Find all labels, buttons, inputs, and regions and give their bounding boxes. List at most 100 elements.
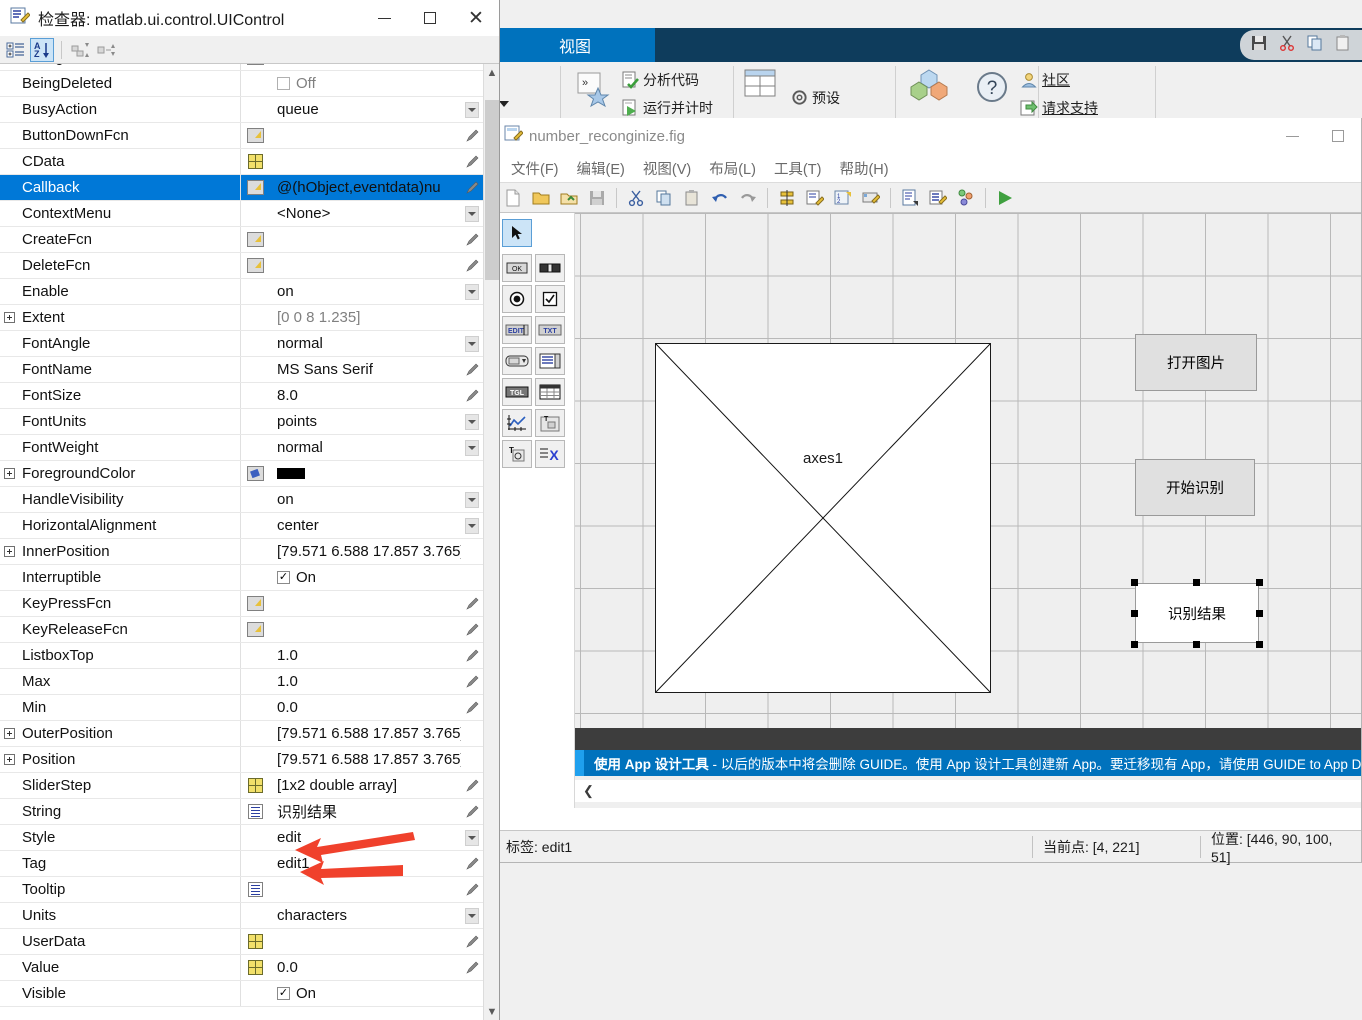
property-value[interactable]: normal xyxy=(269,335,461,352)
property-row[interactable]: ForegroundColor xyxy=(0,461,483,487)
property-value[interactable]: [0 0 8 1.235] xyxy=(269,309,461,326)
table-icon[interactable] xyxy=(535,378,565,406)
property-row[interactable]: InnerPosition [79.571 6.588 17.857 3.765] xyxy=(0,539,483,565)
guide-horizontal-scrollbar[interactable]: ❮ xyxy=(575,780,1361,802)
expand-toggle-icon[interactable] xyxy=(0,312,18,323)
property-row[interactable]: Tooltip xyxy=(0,877,483,903)
property-row[interactable]: HandleVisibility on xyxy=(0,487,483,513)
property-editor-icon-cell[interactable] xyxy=(241,180,269,195)
property-row[interactable]: ContextMenu <None> xyxy=(0,201,483,227)
property-editor-icon-cell[interactable] xyxy=(241,804,269,819)
run-and-time-item[interactable]: 运行并计时 xyxy=(621,98,713,120)
checkbox-icon[interactable] xyxy=(535,285,565,313)
m-file-editor-icon[interactable] xyxy=(897,185,923,211)
property-value[interactable]: points xyxy=(269,413,461,430)
save-as-icon[interactable] xyxy=(556,185,582,211)
static-text-icon[interactable]: TXT xyxy=(535,316,565,344)
undo-icon[interactable] xyxy=(707,185,733,211)
property-editor-icon-cell[interactable] xyxy=(241,64,269,65)
property-row[interactable]: Value 0.0 xyxy=(0,955,483,981)
alpha-sort-icon[interactable]: A Z xyxy=(30,37,54,62)
favorites-icon[interactable]: » xyxy=(573,70,613,113)
analyze-code-item[interactable]: 分析代码 xyxy=(621,70,699,92)
property-value[interactable]: 0.0 xyxy=(269,699,461,716)
pencil-icon[interactable] xyxy=(461,597,483,610)
listbox-icon[interactable] xyxy=(535,347,565,375)
property-row[interactable]: String 识别结果 xyxy=(0,799,483,825)
close-icon[interactable]: ✕ xyxy=(453,0,499,36)
inspector-titlebar[interactable]: 检查器: matlab.ui.control.UIControl ✕ xyxy=(0,0,499,36)
chevron-down-icon[interactable] xyxy=(461,413,483,430)
property-value[interactable]: [79.571 6.588 17.857 3.765] xyxy=(269,725,461,742)
inspector-window-controls[interactable]: ✕ xyxy=(361,0,499,36)
property-value[interactable]: 8.0 xyxy=(269,387,461,404)
cut-icon[interactable] xyxy=(1278,34,1296,57)
chevron-down-icon[interactable] xyxy=(461,101,483,118)
button-group-icon[interactable]: T xyxy=(502,440,532,468)
save-icon[interactable] xyxy=(584,185,610,211)
toggle-button-icon[interactable]: TGL xyxy=(502,378,532,406)
property-row[interactable]: DeleteFcn xyxy=(0,253,483,279)
property-value[interactable]: normal xyxy=(269,439,461,456)
pencil-icon[interactable] xyxy=(461,857,483,870)
property-row[interactable]: Position [79.571 6.588 17.857 3.765] xyxy=(0,747,483,773)
property-editor-icon-cell[interactable] xyxy=(241,232,269,247)
collapse-all-icon[interactable] xyxy=(95,38,119,62)
pencil-icon[interactable] xyxy=(461,389,483,402)
resize-handle-w[interactable] xyxy=(1131,610,1138,617)
guide-canvas-area[interactable]: axes1 打开图片 开始识别 识别结果 xyxy=(574,213,1361,808)
property-editor-icon-cell[interactable] xyxy=(241,934,269,949)
result-edit-field[interactable]: 识别结果 xyxy=(1135,583,1259,643)
help-icon[interactable]: ? xyxy=(975,70,1009,107)
property-editor-icon-cell[interactable] xyxy=(241,622,269,637)
new-icon[interactable] xyxy=(500,185,526,211)
chevron-down-icon[interactable] xyxy=(461,439,483,456)
property-value[interactable]: queue xyxy=(269,101,461,118)
property-inspector-icon[interactable] xyxy=(925,185,951,211)
property-value[interactable]: edit xyxy=(269,829,461,846)
property-editor-icon-cell[interactable] xyxy=(241,466,269,481)
slider-icon[interactable] xyxy=(535,254,565,282)
maximize-icon[interactable] xyxy=(407,0,453,36)
property-row[interactable]: KeyReleaseFcn xyxy=(0,617,483,643)
tab-order-editor-icon[interactable]: 12 xyxy=(830,185,856,211)
push-button-icon[interactable]: OK xyxy=(502,254,532,282)
resize-handle-e[interactable] xyxy=(1256,610,1263,617)
activex-control-icon[interactable]: X xyxy=(535,440,565,468)
property-row[interactable]: OuterPosition [79.571 6.588 17.857 3.765] xyxy=(0,721,483,747)
popup-menu-icon[interactable] xyxy=(502,347,532,375)
scroll-down-icon[interactable]: ▼ xyxy=(484,1003,500,1020)
select-arrow-icon[interactable] xyxy=(502,219,532,247)
property-value[interactable]: on xyxy=(269,491,461,508)
paste-icon[interactable] xyxy=(679,185,705,211)
property-row[interactable]: UserData xyxy=(0,929,483,955)
property-row[interactable]: BackgroundColor xyxy=(0,64,483,71)
resize-handle-nw[interactable] xyxy=(1131,579,1138,586)
copy-icon[interactable] xyxy=(651,185,677,211)
pencil-icon[interactable] xyxy=(461,805,483,818)
menu-help[interactable]: 帮助(H) xyxy=(830,156,897,181)
guide-menubar[interactable]: 文件(F) 编辑(E) 视图(V) 布局(L) 工具(T) 帮助(H) xyxy=(496,154,1361,182)
property-value[interactable]: 1.0 xyxy=(269,647,461,664)
property-value[interactable] xyxy=(269,468,461,479)
property-value[interactable]: 0.0 xyxy=(269,959,461,976)
pencil-icon[interactable] xyxy=(461,779,483,792)
menu-tools[interactable]: 工具(T) xyxy=(765,156,831,181)
resize-handle-n[interactable] xyxy=(1193,579,1200,586)
property-value[interactable]: [79.571 6.588 17.857 3.765] xyxy=(269,543,461,560)
radio-button-icon[interactable] xyxy=(502,285,532,313)
property-row[interactable]: Extent [0 0 8 1.235] xyxy=(0,305,483,331)
resize-handle-s[interactable] xyxy=(1193,641,1200,648)
property-value[interactable]: Off xyxy=(269,75,461,92)
property-row[interactable]: Interruptible ✓ On xyxy=(0,565,483,591)
expand-toggle-icon[interactable] xyxy=(0,468,18,479)
menu-editor-icon[interactable] xyxy=(802,185,828,211)
toolbar-editor-icon[interactable] xyxy=(858,185,884,211)
property-value[interactable]: edit1 xyxy=(269,855,461,872)
expand-all-icon[interactable] xyxy=(69,38,93,62)
pencil-icon[interactable] xyxy=(461,233,483,246)
menu-file[interactable]: 文件(F) xyxy=(502,156,568,181)
checkbox-unchecked-icon[interactable] xyxy=(277,77,290,90)
menu-layout[interactable]: 布局(L) xyxy=(700,156,765,181)
guide-layout-canvas[interactable]: axes1 打开图片 开始识别 识别结果 xyxy=(575,213,1361,766)
